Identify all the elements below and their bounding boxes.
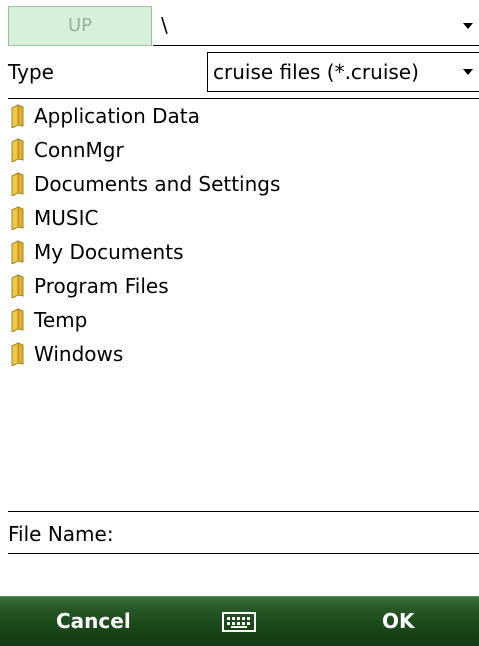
chevron-down-icon[interactable] [463, 69, 473, 75]
folder-name: Application Data [34, 104, 200, 128]
file-type-dropdown[interactable]: cruise files (*.cruise) [207, 52, 479, 92]
cancel-button[interactable]: Cancel [56, 609, 131, 633]
folder-icon [11, 104, 24, 128]
folder-item-documents-and-settings[interactable]: Documents and Settings [8, 167, 468, 201]
folder-icon [11, 240, 24, 264]
folder-item-application-data[interactable]: Application Data [8, 99, 468, 133]
folder-name: Documents and Settings [34, 172, 281, 196]
folder-item-my-documents[interactable]: My Documents [8, 235, 468, 269]
folder-icon [11, 172, 24, 196]
folder-icon [11, 138, 24, 162]
folder-name: MUSIC [34, 206, 99, 230]
softkey-bar: Cancel OK [0, 596, 479, 646]
path-dropdown[interactable]: \ [153, 6, 479, 46]
folder-list[interactable]: Application Data ConnMgr Documents and S… [8, 98, 479, 512]
ok-button[interactable]: OK [382, 609, 415, 633]
folder-name: Windows [34, 342, 124, 366]
file-name-input[interactable] [8, 553, 479, 593]
folder-item-music[interactable]: MUSIC [8, 201, 468, 235]
folder-name: Program Files [34, 274, 169, 298]
folder-name: My Documents [34, 240, 184, 264]
up-button[interactable]: UP [8, 6, 152, 46]
folder-item-temp[interactable]: Temp [8, 303, 468, 337]
folder-icon [11, 274, 24, 298]
file-name-label: File Name: [8, 522, 114, 546]
folder-item-windows[interactable]: Windows [8, 337, 468, 371]
folder-name: ConnMgr [34, 138, 124, 162]
folder-icon [11, 342, 24, 366]
folder-icon [11, 308, 24, 332]
folder-name: Temp [34, 308, 88, 332]
path-value: \ [161, 13, 168, 37]
folder-icon [11, 206, 24, 230]
chevron-down-icon[interactable] [463, 23, 473, 29]
type-label: Type [8, 60, 54, 84]
keyboard-icon[interactable] [222, 612, 256, 632]
folder-item-program-files[interactable]: Program Files [8, 269, 468, 303]
file-type-value: cruise files (*.cruise) [213, 60, 419, 84]
folder-item-connmgr[interactable]: ConnMgr [8, 133, 468, 167]
